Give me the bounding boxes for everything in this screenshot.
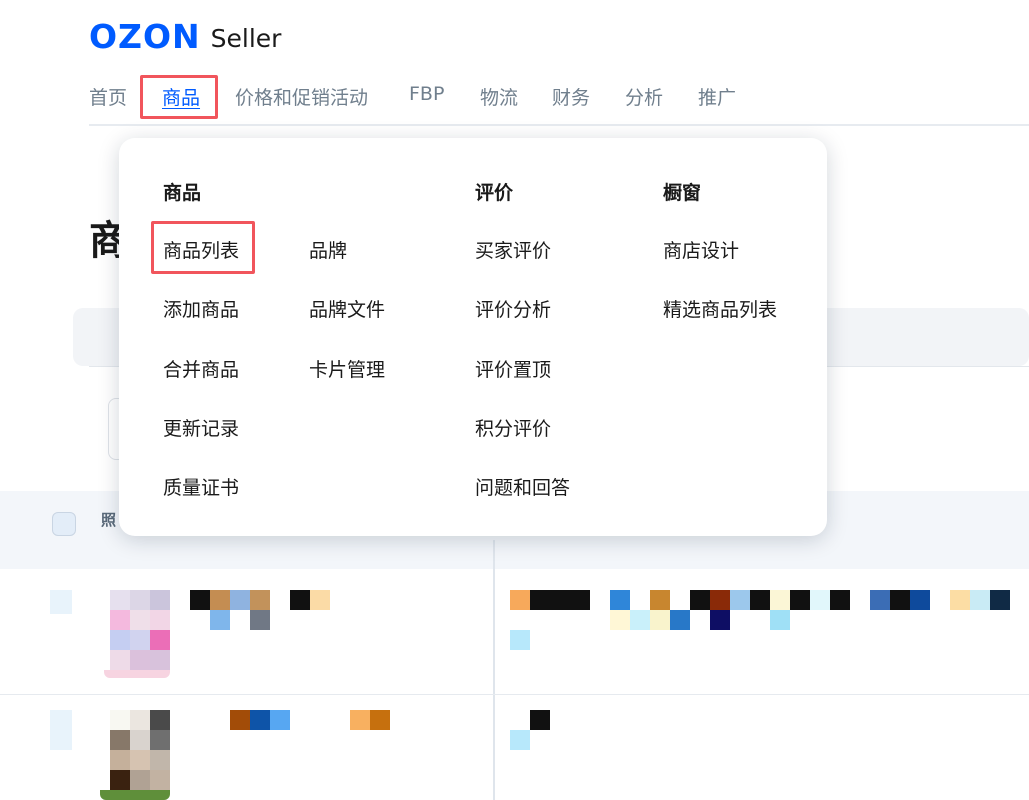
nav-promotion[interactable]: 推广 <box>698 83 736 110</box>
thumbnail-shadow <box>100 790 170 800</box>
menu-item-questions-answers[interactable]: 问题和回答 <box>475 473 570 500</box>
nav-home[interactable]: 首页 <box>89 83 127 110</box>
menu-item-merge-products[interactable]: 合并商品 <box>163 355 239 382</box>
row-checkbox[interactable] <box>50 710 72 750</box>
menu-item-product-list[interactable]: 商品列表 <box>163 236 239 263</box>
redacted-text <box>230 710 290 730</box>
redacted-text <box>350 710 390 730</box>
menu-item-pin-reviews[interactable]: 评价置顶 <box>475 355 551 382</box>
table-header-photo: 照 <box>101 511 117 529</box>
nav-analytics[interactable]: 分析 <box>625 83 663 110</box>
product-thumbnail <box>110 710 170 790</box>
menu-item-update-history[interactable]: 更新记录 <box>163 414 239 441</box>
select-all-checkbox[interactable] <box>52 512 76 536</box>
redacted-text <box>870 590 1010 610</box>
nav-divider <box>89 124 1029 126</box>
nav-finance[interactable]: 财务 <box>552 83 590 110</box>
menu-item-quality-certificates[interactable]: 质量证书 <box>163 473 239 500</box>
menu-item-brands[interactable]: 品牌 <box>309 236 347 263</box>
redacted-text <box>190 590 270 610</box>
ozon-seller-logo[interactable]: OZON Seller <box>89 16 281 56</box>
redacted-text <box>610 590 850 610</box>
redacted-text <box>510 590 590 610</box>
thumbnail-shadow <box>104 670 170 678</box>
row-checkbox[interactable] <box>50 590 72 614</box>
nav-fbp[interactable]: FBP <box>409 83 444 105</box>
redacted-text <box>210 610 270 630</box>
menu-item-review-analytics[interactable]: 评价分析 <box>475 295 551 322</box>
nav-pricing[interactable]: 价格和促销活动 <box>235 83 368 110</box>
menu-heading-reviews: 评价 <box>475 182 514 204</box>
menu-item-points-reviews[interactable]: 积分评价 <box>475 414 551 441</box>
menu-item-featured-products[interactable]: 精选商品列表 <box>663 295 777 322</box>
logo-suffix: Seller <box>210 23 282 53</box>
menu-item-card-management[interactable]: 卡片管理 <box>309 355 385 382</box>
product-thumbnail <box>110 590 170 670</box>
menu-item-brand-documents[interactable]: 品牌文件 <box>309 295 385 322</box>
menu-heading-showcase: 橱窗 <box>663 182 702 204</box>
row-divider <box>0 694 1029 695</box>
redacted-text <box>610 610 790 630</box>
redacted-text <box>510 730 530 750</box>
menu-item-add-product[interactable]: 添加商品 <box>163 295 239 322</box>
redacted-text <box>510 630 530 650</box>
menu-heading-products: 商品 <box>163 182 202 204</box>
redacted-text <box>530 710 550 730</box>
logo-brand: OZON <box>89 16 201 56</box>
column-separator <box>493 540 495 800</box>
redacted-text <box>290 590 330 610</box>
products-dropdown-menu: 商品 商品列表 添加商品 合并商品 更新记录 质量证书 品牌 品牌文件 卡片管理… <box>119 138 827 536</box>
nav-products[interactable]: 商品 <box>162 83 200 110</box>
menu-item-buyer-reviews[interactable]: 买家评价 <box>475 236 551 263</box>
menu-item-store-design[interactable]: 商店设计 <box>663 236 739 263</box>
nav-logistics[interactable]: 物流 <box>480 83 518 110</box>
